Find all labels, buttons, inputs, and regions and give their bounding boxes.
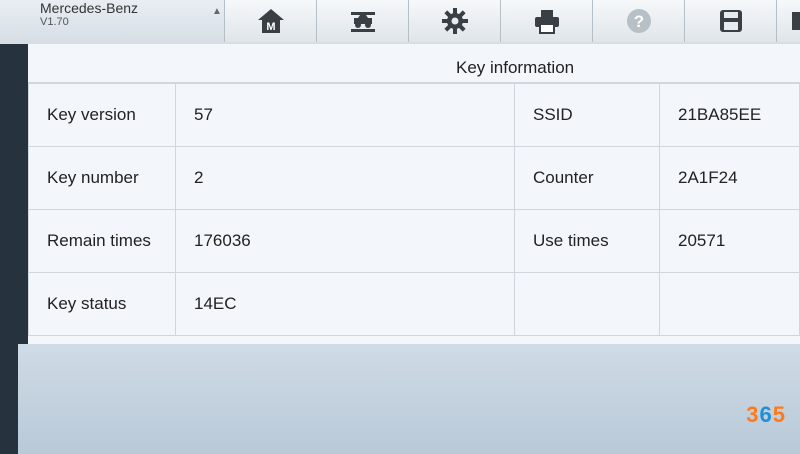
vehicle-button[interactable] [316,0,408,42]
table-row: Key status 14EC [28,272,800,336]
header-bar: Mercedes-Benz V1.70 ▲ M ? [0,0,800,44]
app-version: V1.70 [40,16,69,28]
value-cell: 20571 [659,209,800,273]
watermark-logo: 365 [746,402,786,428]
footer-area: 365 [18,344,800,454]
car-lift-icon [350,12,375,32]
label-cell: Key version [28,83,176,147]
label-cell: Use times [514,209,660,273]
panel-title: Key information [456,58,575,77]
home-button[interactable]: M [224,0,316,42]
key-info-panel: Key information Key version 57 SSID 21BA… [28,44,800,344]
caret-icon: ▲ [212,6,222,17]
label-cell: Key number [28,146,176,210]
value-cell: 57 [175,83,515,147]
help-button[interactable]: ? [592,0,684,42]
value-cell: 176036 [175,209,515,273]
brand: Mercedes-Benz V1.70 [40,0,220,29]
watermark-char: 3 [746,402,760,427]
table-row: Key number 2 Counter 2A1F24 [28,146,800,210]
value-cell: 14EC [175,272,515,336]
more-button[interactable] [776,0,800,42]
panel-title-bar: Key information [28,44,800,83]
home-icon: M [257,9,284,33]
value-cell [659,272,800,336]
value-cell: 21BA85EE [659,83,800,147]
label-cell: Key status [28,272,176,336]
settings-button[interactable] [408,0,500,42]
gear-icon [441,8,468,34]
svg-text:M: M [266,21,275,33]
key-info-table: Key version 57 SSID 21BA85EE Key number … [28,83,800,336]
help-icon: ? [626,9,651,33]
printer-icon [534,10,559,34]
value-cell: 2 [175,146,515,210]
label-cell: Remain times [28,209,176,273]
print-button[interactable] [500,0,592,42]
svg-text:?: ? [633,12,643,31]
table-row: Remain times 176036 Use times 20571 [28,209,800,273]
save-button[interactable] [684,0,776,42]
label-cell [514,272,660,336]
watermark-char: 5 [772,402,786,427]
toolbar: M ? [224,0,800,42]
table-row: Key version 57 SSID 21BA85EE [28,83,800,147]
page-icon [791,12,800,30]
app-title: Mercedes-Benz [40,0,139,16]
label-cell: Counter [514,146,660,210]
value-cell: 2A1F24 [659,146,800,210]
save-icon [719,10,742,32]
watermark-char: 6 [759,402,773,427]
label-cell: SSID [514,83,660,147]
